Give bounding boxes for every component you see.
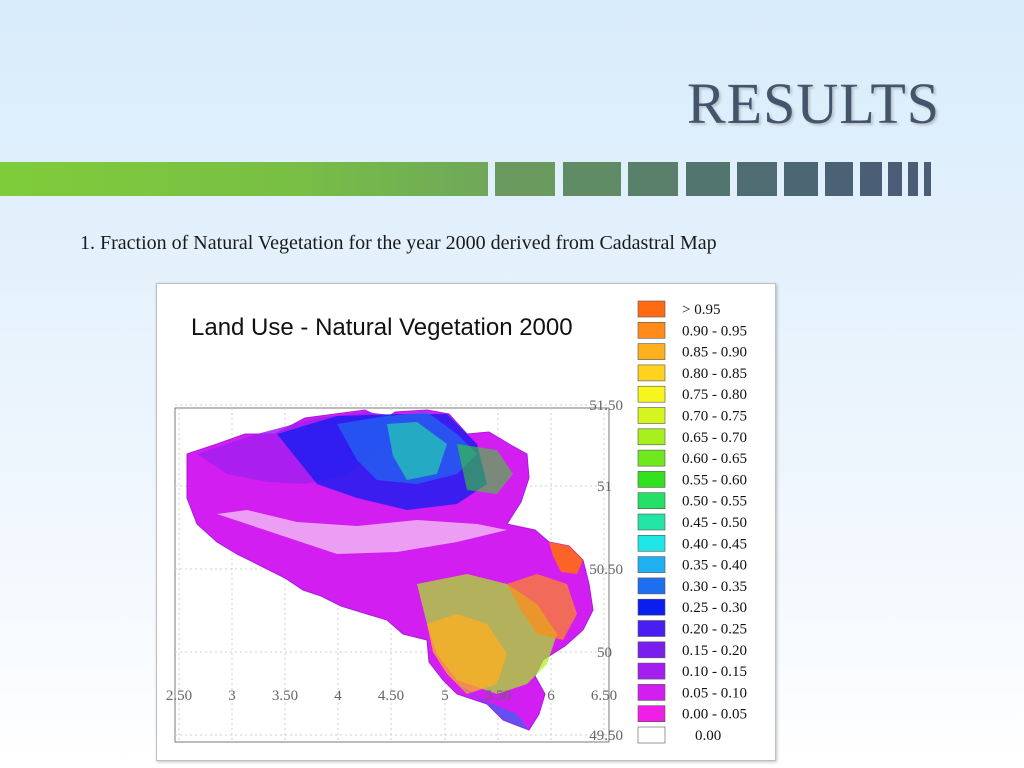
x-tick-label: 5: [441, 688, 449, 704]
y-tick-label: 50.50: [589, 562, 623, 578]
legend-label: 0.45 - 0.50: [682, 515, 747, 531]
legend-label: 0.25 - 0.30: [682, 600, 747, 616]
legend-label: 0.85 - 0.90: [682, 345, 747, 361]
legend-swatch: [637, 385, 666, 403]
x-tick-label: 4.50: [378, 688, 404, 704]
legend-swatch: [637, 471, 666, 488]
legend-swatch: [637, 620, 666, 637]
legend-swatch: [637, 343, 666, 360]
band-block: [908, 162, 918, 196]
legend-label: > 0.95: [682, 302, 720, 318]
x-tick-label: 3: [228, 688, 236, 704]
legend-label: 0.00 - 0.05: [682, 707, 747, 723]
legend-label: 0.00: [695, 728, 721, 744]
legend-label: 0.60 - 0.65: [682, 451, 747, 467]
y-tick-label: 49.50: [589, 728, 623, 744]
legend-swatch: [637, 577, 666, 595]
legend-label: 0.70 - 0.75: [682, 409, 747, 425]
band-block: [825, 162, 853, 196]
legend-label: 0.80 - 0.85: [682, 366, 747, 382]
band-block: [860, 162, 882, 196]
x-tick-label: 5.50: [485, 688, 511, 704]
legend-swatch: [637, 641, 666, 659]
x-tick-label: 4: [334, 688, 342, 704]
decorative-band: [0, 162, 1024, 196]
map-title: Land Use - Natural Vegetation 2000: [191, 314, 573, 341]
legend-label: 0.05 - 0.10: [682, 685, 747, 701]
band-block: [563, 162, 621, 196]
legend-label: 0.10 - 0.15: [682, 664, 747, 680]
band-block: [628, 162, 678, 196]
band-block: [784, 162, 818, 196]
slide-title: RESULTS: [686, 71, 940, 136]
legend-swatch: [637, 428, 666, 446]
legend-label: 0.30 - 0.35: [682, 579, 747, 595]
legend-swatch: [637, 407, 666, 424]
legend-label: 0.15 - 0.20: [682, 643, 747, 659]
y-tick-label: 51.50: [589, 398, 623, 414]
x-tick-label: 3.50: [272, 688, 298, 704]
y-tick-label: 50: [597, 645, 612, 661]
band-block: [888, 162, 902, 196]
legend-label: 0.90 - 0.95: [682, 323, 747, 339]
band-block: [686, 162, 730, 196]
band-block: [495, 162, 555, 196]
legend-label: 0.55 - 0.60: [682, 472, 747, 488]
band-block: [924, 162, 931, 196]
legend-swatch: [637, 492, 666, 509]
band-block: [737, 162, 777, 196]
legend-swatch: [637, 726, 666, 744]
legend-swatch: [637, 364, 666, 382]
legend-label: 0.35 - 0.40: [682, 558, 747, 574]
legend-swatch: [637, 598, 666, 616]
legend-swatch: [637, 535, 666, 552]
slide-caption: 1. Fraction of Natural Vegetation for th…: [80, 232, 717, 254]
legend-label: 0.50 - 0.55: [682, 494, 747, 510]
legend-swatch: [637, 449, 666, 467]
legend-swatch: [637, 705, 666, 723]
x-tick-label: 6.50: [591, 688, 617, 704]
map-figure: 2.50 3 3.50 4 4.50 5 5.50 6 6.50 51.50 51 50.50 50 49…: [156, 283, 776, 761]
legend-label: 0.75 - 0.80: [682, 387, 747, 403]
legend-swatch: [637, 662, 666, 680]
legend-label: 0.65 - 0.70: [682, 430, 747, 446]
legend-label: 0.20 - 0.25: [682, 622, 747, 638]
x-tick-label: 2.50: [166, 688, 192, 704]
legend-swatch: [637, 684, 666, 701]
legend-swatch: [637, 300, 666, 318]
legend-swatch: [637, 513, 666, 531]
map-canvas: 2.50 3 3.50 4 4.50 5 5.50 6 6.50 51.50 51 50.50 50 49…: [166, 300, 747, 744]
legend-swatch: [637, 556, 666, 573]
legend-swatch: [637, 321, 666, 339]
y-tick-label: 51: [597, 479, 612, 495]
band-bar-green: [0, 162, 488, 196]
x-tick-label: 6: [547, 688, 555, 704]
legend-label: 0.40 - 0.45: [682, 536, 747, 552]
